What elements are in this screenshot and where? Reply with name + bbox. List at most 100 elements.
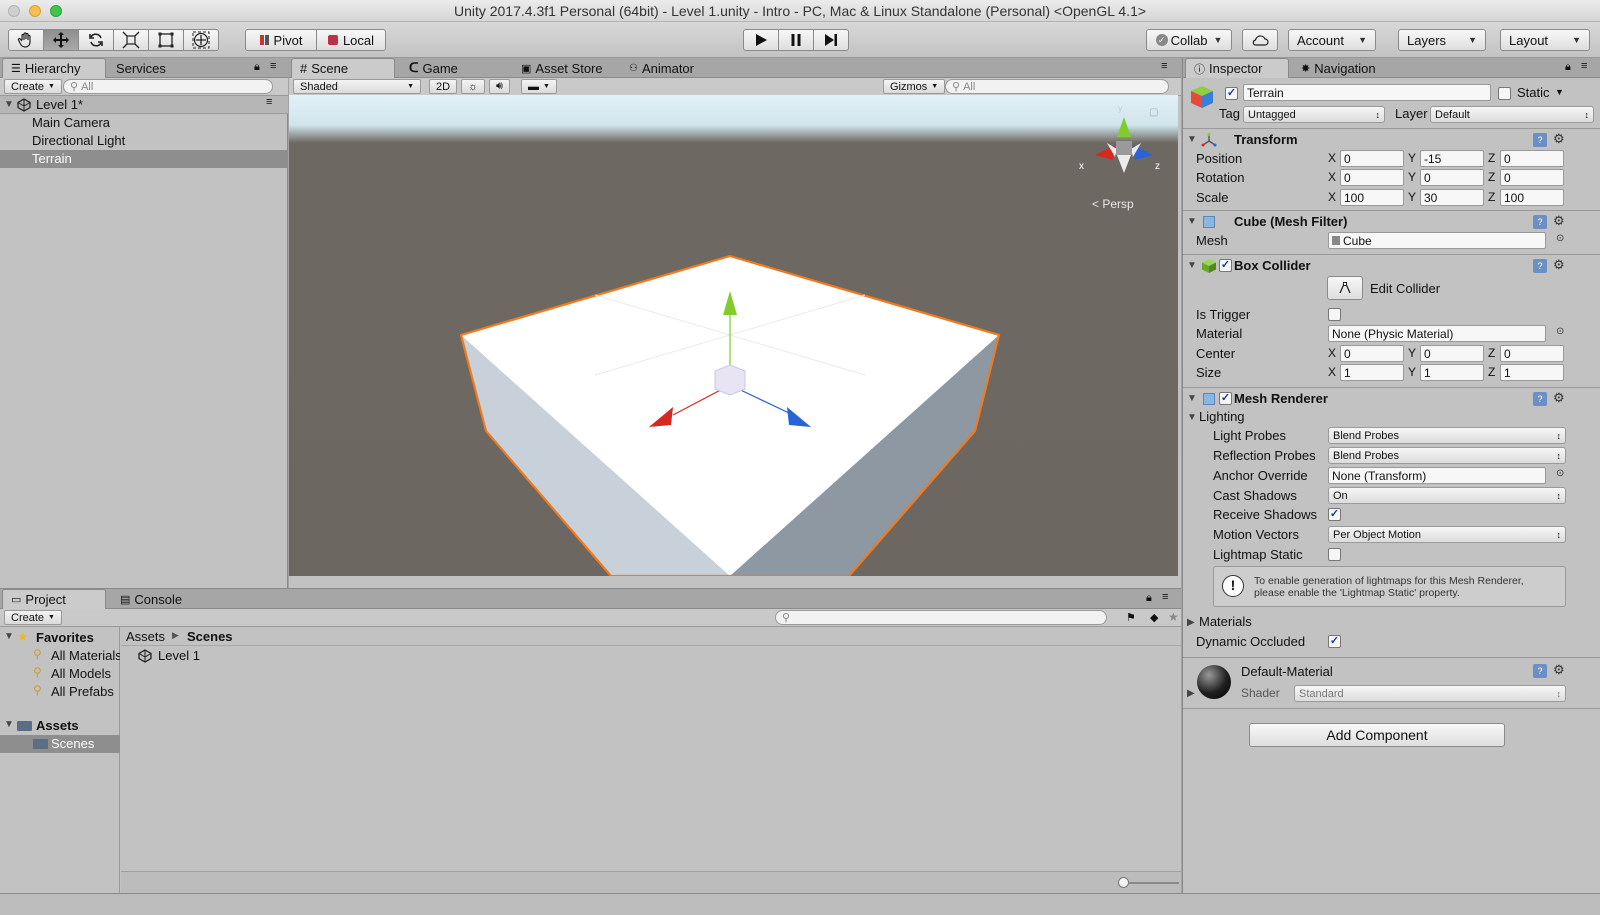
- lightmap-static-checkbox[interactable]: [1328, 548, 1341, 561]
- project-search-input[interactable]: ⚲: [775, 610, 1107, 625]
- is-trigger-checkbox[interactable]: [1328, 308, 1341, 321]
- physic-material-field[interactable]: None (Physic Material): [1328, 325, 1546, 342]
- hierarchy-item-selected[interactable]: Terrain: [0, 150, 288, 168]
- scene-root-row[interactable]: ▼ Level 1* ≡: [0, 96, 288, 114]
- tab-game[interactable]: ᑕ Game: [401, 58, 466, 78]
- plane-handles-icon[interactable]: [714, 364, 746, 396]
- lock-icon[interactable]: 🔒︎: [1565, 61, 1571, 74]
- icon-size-slider-thumb[interactable]: [1118, 877, 1129, 888]
- reflection-probes-dropdown[interactable]: Blend Probes: [1328, 447, 1566, 464]
- rotation-y-input[interactable]: 0: [1420, 169, 1484, 186]
- mesh-filter-header[interactable]: ▼ Cube (Mesh Filter) ? ⚙: [1183, 210, 1600, 232]
- center-x-input[interactable]: 0: [1340, 345, 1404, 362]
- active-checkbox[interactable]: ✓: [1225, 87, 1238, 100]
- filter-by-label-icon[interactable]: ◆: [1150, 611, 1158, 624]
- hierarchy-item[interactable]: Main Camera: [0, 114, 288, 132]
- scene-search-input[interactable]: ⚲ All: [945, 79, 1169, 94]
- toggle-lighting-button[interactable]: ☼: [461, 79, 486, 94]
- help-book-icon[interactable]: ?: [1533, 259, 1547, 273]
- scale-x-input[interactable]: 100: [1340, 189, 1404, 206]
- rect-tool-button[interactable]: [148, 29, 184, 51]
- favorite-item[interactable]: ⚲ All Prefabs: [0, 683, 120, 701]
- mesh-renderer-header[interactable]: ▼ ✓ Mesh Renderer ? ⚙: [1183, 387, 1600, 409]
- tab-navigation[interactable]: ✸ Navigation: [1293, 58, 1384, 78]
- scale-tool-button[interactable]: [113, 29, 149, 51]
- toggle-audio-button[interactable]: 🔊︎: [489, 79, 510, 94]
- lock-icon[interactable]: 🔒︎: [1146, 592, 1152, 605]
- transform-tool-button[interactable]: [183, 29, 219, 51]
- hierarchy-create-button[interactable]: Create ▼: [4, 79, 62, 94]
- help-book-icon[interactable]: ?: [1533, 392, 1547, 406]
- scene-menu-icon[interactable]: ≡: [266, 96, 272, 108]
- gear-icon[interactable]: ⚙: [1553, 257, 1565, 273]
- rotate-tool-button[interactable]: [78, 29, 114, 51]
- layout-dropdown[interactable]: Layout ▼: [1500, 29, 1590, 51]
- lock-icon[interactable]: ▢: [1149, 107, 1158, 118]
- mesh-object-field[interactable]: Cube: [1328, 232, 1546, 249]
- pause-button[interactable]: [778, 29, 814, 51]
- tab-animator[interactable]: ⚇ Animator: [621, 58, 702, 78]
- account-dropdown[interactable]: Account ▼: [1288, 29, 1376, 51]
- help-book-icon[interactable]: ?: [1533, 133, 1547, 147]
- mesh-renderer-enabled-checkbox[interactable]: ✓: [1219, 392, 1232, 405]
- help-book-icon[interactable]: ?: [1533, 215, 1547, 229]
- fold-down-triangle-icon[interactable]: ▼: [1187, 260, 1197, 271]
- gear-icon[interactable]: ⚙: [1553, 213, 1565, 229]
- tab-inspector[interactable]: ⓘ Inspector: [1185, 58, 1289, 78]
- panel-menu-icon[interactable]: ≡: [1162, 591, 1168, 603]
- scene-viewport[interactable]: y x z < Persp ▢: [289, 95, 1178, 576]
- fold-down-triangle-icon[interactable]: ▼: [4, 719, 14, 730]
- object-name-input[interactable]: Terrain: [1243, 84, 1491, 101]
- play-button[interactable]: [743, 29, 779, 51]
- object-picker-icon[interactable]: ⊙: [1556, 326, 1564, 337]
- cast-shadows-dropdown[interactable]: On: [1328, 487, 1566, 504]
- shading-mode-dropdown[interactable]: Shaded ▼: [293, 79, 421, 94]
- anchor-override-field[interactable]: None (Transform): [1328, 467, 1546, 484]
- gizmos-dropdown[interactable]: Gizmos ▼: [883, 79, 946, 94]
- step-button[interactable]: [813, 29, 849, 51]
- panel-menu-icon[interactable]: ≡: [270, 60, 276, 72]
- fold-down-triangle-icon[interactable]: ▼: [1187, 134, 1197, 145]
- size-x-input[interactable]: 1: [1340, 364, 1404, 381]
- motion-vectors-dropdown[interactable]: Per Object Motion: [1328, 526, 1566, 543]
- position-z-input[interactable]: 0: [1500, 150, 1564, 167]
- receive-shadows-checkbox[interactable]: ✓: [1328, 508, 1341, 521]
- hand-tool-button[interactable]: [8, 29, 44, 51]
- favorite-item[interactable]: ⚲ All Materials: [0, 647, 120, 665]
- breadcrumb-item-current[interactable]: Scenes: [187, 629, 233, 644]
- gear-icon[interactable]: ⚙: [1553, 662, 1565, 678]
- move-tool-button[interactable]: [43, 29, 79, 51]
- scale-y-input[interactable]: 30: [1420, 189, 1484, 206]
- edit-collider-button[interactable]: [1327, 276, 1363, 300]
- cloud-services-button[interactable]: [1242, 29, 1278, 51]
- center-z-input[interactable]: 0: [1500, 345, 1564, 362]
- projection-toggle[interactable]: < Persp: [1092, 197, 1134, 211]
- tab-scene[interactable]: # Scene: [291, 58, 395, 78]
- hierarchy-search-input[interactable]: ⚲ All: [63, 79, 273, 94]
- fold-down-triangle-icon[interactable]: ▼: [1187, 216, 1197, 227]
- tab-asset-store[interactable]: ▣ Asset Store: [513, 58, 611, 78]
- position-y-input[interactable]: -15: [1420, 150, 1484, 167]
- tab-services[interactable]: Services: [108, 58, 174, 78]
- transform-header[interactable]: ▼ Transform ? ⚙: [1183, 128, 1600, 150]
- breadcrumb-item[interactable]: Assets: [126, 629, 165, 644]
- folder-item-selected[interactable]: Scenes: [0, 735, 120, 753]
- filter-by-type-icon[interactable]: ⚑: [1126, 611, 1136, 624]
- box-collider-header[interactable]: ▼ ✓ Box Collider ? ⚙: [1183, 254, 1600, 276]
- rotation-z-input[interactable]: 0: [1500, 169, 1564, 186]
- fold-right-triangle-icon[interactable]: ▶: [1187, 688, 1195, 699]
- tab-project[interactable]: ▭ Project: [2, 589, 106, 609]
- object-picker-icon[interactable]: ⊙: [1556, 233, 1564, 244]
- file-item[interactable]: Level 1: [121, 647, 421, 665]
- chevron-down-icon[interactable]: ▼: [1555, 87, 1564, 97]
- static-checkbox[interactable]: [1498, 87, 1511, 100]
- fold-right-triangle-icon[interactable]: ▶: [1187, 617, 1195, 628]
- local-toggle-button[interactable]: Local: [316, 29, 386, 51]
- toggle-2d-button[interactable]: 2D: [429, 79, 458, 94]
- pivot-toggle-button[interactable]: Pivot: [245, 29, 317, 51]
- panel-menu-icon[interactable]: ≡: [1581, 60, 1587, 72]
- add-component-button[interactable]: Add Component: [1249, 723, 1505, 747]
- light-probes-dropdown[interactable]: Blend Probes: [1328, 427, 1566, 444]
- box-collider-enabled-checkbox[interactable]: ✓: [1219, 259, 1232, 272]
- favorites-row[interactable]: ▼ ★ Favorites: [0, 629, 120, 647]
